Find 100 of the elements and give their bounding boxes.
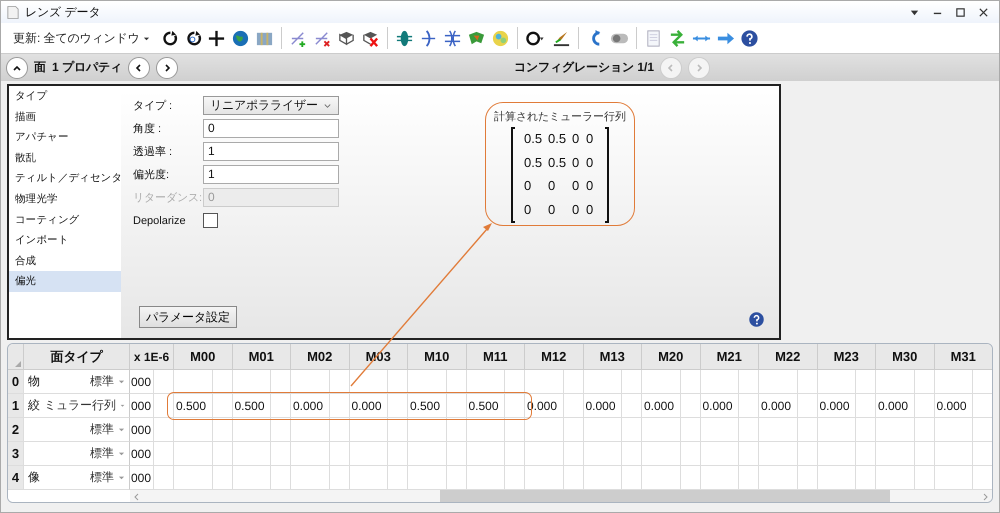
category-item[interactable]: 偏光 bbox=[9, 271, 121, 292]
column-header[interactable]: M13 bbox=[584, 344, 642, 370]
table-cell bbox=[700, 418, 739, 442]
table-cell bbox=[350, 418, 388, 442]
parameter-button[interactable]: パラメータ設定 bbox=[139, 306, 237, 328]
category-item[interactable]: 合成 bbox=[9, 250, 121, 272]
matrix-value: 0 bbox=[572, 202, 580, 217]
lens-icon[interactable] bbox=[394, 28, 414, 48]
table-cell bbox=[680, 394, 700, 418]
table-cell bbox=[739, 370, 759, 394]
table-cell bbox=[212, 442, 232, 466]
corner-cell[interactable] bbox=[8, 344, 24, 370]
corner-icon bbox=[15, 361, 21, 367]
table-cell bbox=[388, 418, 408, 442]
category-item[interactable]: 物理光学 bbox=[9, 188, 121, 210]
table-cell bbox=[856, 394, 876, 418]
column-header[interactable]: M00 bbox=[174, 344, 232, 370]
globe-icon[interactable] bbox=[230, 28, 250, 48]
table-cell bbox=[856, 370, 876, 394]
table-cell bbox=[388, 394, 408, 418]
caret-icon[interactable] bbox=[120, 402, 125, 409]
column-header[interactable]: M21 bbox=[700, 344, 759, 370]
horizontal-scrollbar[interactable] bbox=[130, 490, 992, 502]
scroll-right-icon[interactable] bbox=[982, 493, 988, 501]
table-cell bbox=[174, 442, 212, 466]
column-header[interactable]: M02 bbox=[291, 344, 350, 370]
table-cell: 000 bbox=[130, 418, 154, 442]
caret-icon[interactable] bbox=[118, 378, 125, 385]
surface-type[interactable]: ミュラー行列 bbox=[44, 397, 116, 414]
table-cell bbox=[408, 418, 446, 442]
table-cell: 0.000 bbox=[700, 394, 739, 418]
category-item[interactable]: アパチャー bbox=[9, 127, 121, 148]
matrix-value: 0 bbox=[548, 178, 556, 194]
column-header[interactable]: M10 bbox=[408, 344, 466, 370]
surface-type[interactable]: 標準 bbox=[90, 469, 114, 486]
table-cell bbox=[446, 370, 466, 394]
category-item[interactable]: 散乱 bbox=[9, 148, 121, 168]
update-menu[interactable]: 更新: 全てのウィンドウ bbox=[9, 30, 154, 46]
help-icon[interactable] bbox=[748, 311, 765, 328]
collapse-button[interactable] bbox=[6, 56, 28, 78]
type-dropdown[interactable]: リニアポラライザー bbox=[203, 96, 339, 115]
checkbox[interactable] bbox=[203, 213, 218, 228]
caret-icon[interactable] bbox=[118, 474, 125, 481]
column-header[interactable]: 面タイプ bbox=[24, 344, 130, 370]
column-header[interactable]: M23 bbox=[818, 344, 876, 370]
table-cell: 0.000 bbox=[584, 394, 622, 418]
table-cell bbox=[174, 370, 212, 394]
column-header[interactable]: M31 bbox=[934, 344, 992, 370]
caret-icon[interactable] bbox=[118, 426, 125, 433]
column-header[interactable]: M30 bbox=[876, 344, 934, 370]
table-cell bbox=[505, 442, 525, 466]
table-cell bbox=[525, 442, 564, 466]
category-item[interactable]: タイプ bbox=[9, 86, 121, 107]
category-item[interactable]: インポート bbox=[9, 230, 121, 251]
maximize-icon[interactable] bbox=[955, 6, 966, 18]
table-cell bbox=[798, 394, 818, 418]
scroll-left-icon[interactable] bbox=[134, 493, 140, 501]
column-header[interactable]: M01 bbox=[232, 344, 291, 370]
crosshair-icon[interactable] bbox=[206, 28, 226, 48]
column-header[interactable]: M12 bbox=[525, 344, 584, 370]
matrix-value: 0 bbox=[572, 154, 580, 170]
field-label: 偏光度: bbox=[133, 168, 170, 182]
previous-button[interactable] bbox=[128, 56, 150, 78]
category-item[interactable]: コーティング bbox=[9, 210, 121, 230]
table-cell: 000 bbox=[130, 394, 154, 418]
matrix-value: 0 bbox=[586, 154, 594, 170]
input-field[interactable]: 1 bbox=[203, 142, 339, 161]
close-icon[interactable] bbox=[978, 6, 989, 18]
table-cell bbox=[212, 418, 232, 442]
column-header[interactable]: x 1E-6 bbox=[130, 344, 174, 370]
scroll-thumb[interactable] bbox=[440, 490, 890, 502]
table-cell bbox=[154, 370, 174, 394]
table-cell: 0.000 bbox=[759, 394, 798, 418]
column-header[interactable]: M11 bbox=[466, 344, 525, 370]
row-number: 1 bbox=[8, 394, 24, 418]
table-cell bbox=[505, 394, 525, 418]
matrix-value: 0 bbox=[586, 202, 594, 217]
surface-label: 面 bbox=[34, 59, 46, 76]
lens-icon[interactable] bbox=[442, 28, 462, 48]
surface-type[interactable]: 標準 bbox=[90, 421, 114, 438]
surface-type[interactable]: 標準 bbox=[90, 445, 114, 462]
table-cell bbox=[622, 394, 642, 418]
category-item[interactable]: 描画 bbox=[9, 106, 121, 128]
category-item[interactable]: ティルト／ディセンタ bbox=[9, 168, 121, 189]
column-header[interactable]: M20 bbox=[642, 344, 700, 370]
next-button[interactable] bbox=[156, 56, 178, 78]
surface-type[interactable]: 標準 bbox=[90, 373, 114, 390]
help-icon[interactable] bbox=[740, 28, 759, 48]
column-header[interactable]: M22 bbox=[759, 344, 818, 370]
table-cell bbox=[642, 442, 680, 466]
table-cell bbox=[584, 370, 622, 394]
table-cell: 0.500 bbox=[466, 394, 505, 418]
input-field[interactable]: 1 bbox=[203, 165, 339, 184]
table-cell: 物 bbox=[28, 373, 40, 390]
matrix-value: 0 bbox=[524, 178, 532, 194]
table-cell bbox=[564, 370, 584, 394]
surface-property: 1 プロパティ bbox=[52, 59, 122, 76]
matrix-title: 計算されたミューラー行列 bbox=[494, 110, 626, 124]
input-field[interactable]: 0 bbox=[203, 119, 339, 138]
caret-icon[interactable] bbox=[118, 450, 125, 457]
